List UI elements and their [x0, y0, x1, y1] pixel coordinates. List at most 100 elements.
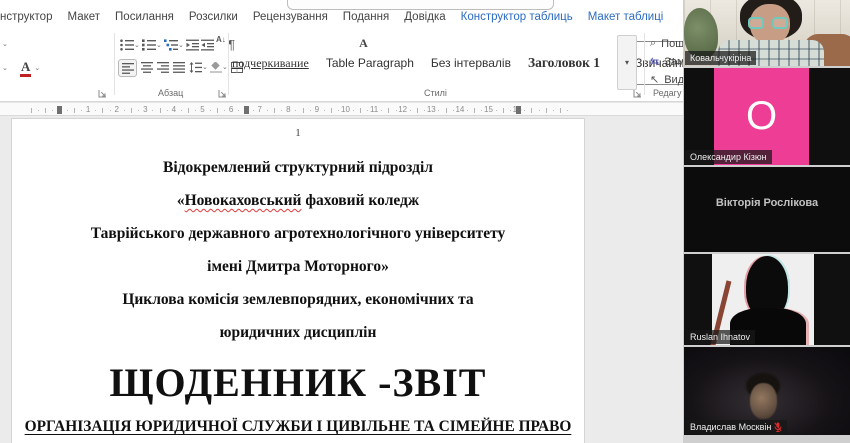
justify-button[interactable]	[173, 62, 185, 73]
ruler-tick	[366, 110, 368, 111]
style-table-paragraph[interactable]: Table Paragraph	[326, 56, 414, 70]
ruler-tick	[452, 110, 454, 111]
align-center-button[interactable]	[141, 62, 153, 73]
ruler-tick	[481, 110, 483, 111]
ruler-tick	[252, 110, 254, 111]
ruler-margin-marker[interactable]	[244, 106, 250, 114]
doc-line: Таврійського державного агротехнологічно…	[90, 225, 506, 242]
line-spacing-button[interactable]: ⌄	[189, 62, 208, 73]
ribbon-tab-bar: нструктор Макет Посилання Розсилки Рецен…	[0, 0, 683, 29]
doc-line: Відокремлений структурний підрозділ	[163, 159, 433, 176]
chevron-down-icon[interactable]: ⌄	[2, 41, 8, 48]
tab-mailings[interactable]: Розсилки	[189, 11, 238, 23]
participant-name-label: Ковальчукіріна	[685, 51, 757, 65]
misspelled-word: Новокаховський	[184, 192, 302, 209]
align-left-button[interactable]	[118, 59, 137, 77]
tab-constructor[interactable]: нструктор	[0, 11, 52, 23]
ruler-number: 10	[341, 105, 350, 114]
page-number: 1	[295, 127, 301, 139]
font-dialog-launcher-icon[interactable]	[98, 89, 107, 98]
participant-name-label: Ruslan Ihnatov	[685, 330, 756, 344]
ruler-tick	[266, 110, 268, 111]
tab-table-design[interactable]: Конструктор таблиць	[461, 11, 573, 23]
participant-tile[interactable]: Ковальчукіріна	[684, 0, 850, 66]
ruler-tick	[417, 108, 418, 113]
group-separator	[228, 33, 229, 95]
ruler-tick	[395, 110, 397, 111]
shading-button[interactable]: ⌄	[210, 62, 228, 73]
ruler-tick	[138, 110, 140, 111]
paragraph-dialog-launcher-icon[interactable]	[218, 89, 227, 98]
ruler-margin-marker[interactable]	[516, 106, 522, 114]
ruler-tick	[195, 110, 197, 111]
select-button[interactable]: ↖ Вид	[650, 73, 683, 87]
tab-review[interactable]: Рецензування	[253, 11, 328, 23]
participant-tile[interactable]: Ruslan Ihnatov	[684, 254, 850, 345]
find-button[interactable]: ⌕ Пош	[650, 37, 683, 50]
ruler-tick	[73, 108, 75, 113]
tab-table-layout[interactable]: Макет таблиці	[588, 11, 664, 23]
chevron-down-icon[interactable]: ⌄	[2, 65, 8, 72]
doc-line: «Новокаховський фаховий коледж	[176, 192, 420, 209]
document-page[interactable]: 1 Відокремлений структурний підрозділ «Н…	[11, 118, 585, 443]
ruler-tick	[166, 110, 168, 111]
participant-tile[interactable]: O Олександир Кізюн	[684, 68, 850, 165]
style-heading1[interactable]: Заголовок 1	[528, 55, 600, 71]
select-cursor-icon: ↖	[650, 74, 660, 86]
ruler-number: 1	[85, 105, 91, 114]
ruler-tick	[80, 110, 82, 111]
styles-gallery-more-button[interactable]: ▾	[617, 35, 637, 90]
video-call-panel: Ковальчукіріна O Олександир Кізюн Віктор…	[683, 0, 850, 443]
align-right-button[interactable]	[157, 62, 169, 73]
ruler-tick	[445, 108, 447, 113]
word-window: нструктор Макет Посилання Розсилки Рецен…	[0, 0, 683, 443]
document-header-block: Відокремлений структурний підрозділ «Нов…	[12, 151, 584, 349]
tab-view[interactable]: Подання	[343, 11, 389, 23]
font-color-button[interactable]: А ⌄	[20, 60, 40, 77]
sort-button[interactable]: А↓	[216, 36, 226, 44]
ruler-tick	[359, 108, 361, 113]
participant-tile[interactable]: Вікторія Рослікова	[684, 167, 850, 252]
screen: нструктор Макет Посилання Розсилки Рецен…	[0, 0, 850, 443]
replace-button[interactable]: ⇆ Зам	[650, 55, 683, 69]
ruler-tick	[424, 110, 426, 111]
tab-help[interactable]: Довідка	[404, 11, 445, 23]
style-no-spacing[interactable]: Без інтервалів	[431, 56, 511, 70]
ruler-number: 9	[314, 105, 320, 114]
glasses-shape	[772, 17, 788, 29]
ruler-tick	[388, 108, 390, 113]
ruler-tick	[30, 108, 32, 113]
multilevel-list-button[interactable]: ⌄	[164, 39, 184, 51]
avatar-initial: O	[745, 94, 778, 138]
doc-line: юридичних дисциплін	[219, 324, 377, 341]
ruler-tick	[159, 108, 161, 113]
ruler-tick	[509, 110, 511, 111]
ruler-tick	[309, 110, 311, 111]
ruler-number: 5	[200, 105, 205, 114]
bullet-list-button[interactable]: ⌄	[120, 39, 140, 51]
ruler-tick	[123, 110, 125, 111]
participant-center-name: Вікторія Рослікова	[715, 196, 819, 209]
document-title: ЩОДЕННИК -ЗВІТ	[109, 360, 487, 405]
ruler-tick	[324, 110, 326, 111]
ruler-tick	[281, 110, 283, 111]
participant-tile[interactable]: Владислав Москвін	[684, 347, 850, 435]
ruler-number: 8	[286, 105, 291, 114]
replace-icon: ⇆	[650, 56, 660, 68]
styles-dialog-launcher-icon[interactable]	[633, 89, 642, 98]
ruler-tick	[52, 110, 54, 111]
tab-references[interactable]: Посилання	[115, 11, 174, 23]
ruler-tick	[467, 110, 469, 111]
numbered-list-button[interactable]: ⌄	[142, 39, 162, 51]
ruler-tick	[216, 108, 218, 113]
increase-indent-button[interactable]	[201, 39, 214, 51]
ruler-tick	[131, 108, 132, 113]
ruler-margin-marker[interactable]	[57, 106, 62, 114]
ruler-number: 7	[257, 105, 262, 114]
microphone-muted-icon	[774, 422, 782, 432]
decrease-indent-button[interactable]	[186, 39, 199, 51]
style-podcherkivanie[interactable]: подчеркивание	[232, 56, 309, 71]
ruler-tick	[545, 108, 547, 113]
ruler-tick	[495, 110, 497, 111]
tab-layout[interactable]: Макет	[67, 11, 100, 23]
